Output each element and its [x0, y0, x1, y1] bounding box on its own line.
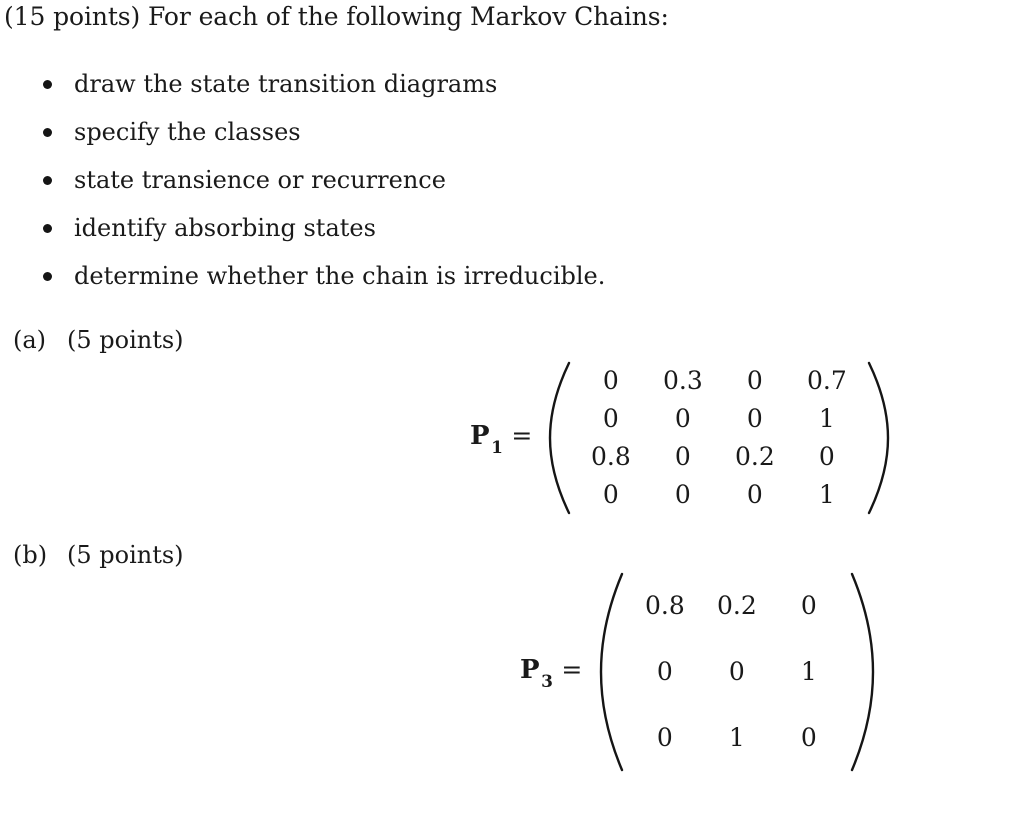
- matrix-p1-body: 0 0.3 0 0.7 0 0 0 1 0.8 0 0.2 0 0 0 0 1: [575, 362, 863, 514]
- matrix-row: 0 0 0 1: [575, 400, 863, 438]
- matrix-row: 0 0.3 0 0.7: [575, 362, 863, 400]
- part-a-label: (a) (5 points): [13, 325, 184, 355]
- matrix-cell: 0: [674, 404, 691, 433]
- matrix-cell: 0: [656, 657, 673, 686]
- matrix-cell: 0: [602, 404, 619, 433]
- matrix-p3-left-paren: [597, 570, 627, 774]
- matrix-cell: 0: [746, 366, 763, 395]
- task-text: determine whether the chain is irreducib…: [74, 262, 606, 290]
- matrix-cell: 0: [602, 366, 619, 395]
- matrix-cell: 0.7: [806, 366, 847, 395]
- bullet-icon: [43, 80, 52, 89]
- matrix-cell: 1: [728, 723, 745, 752]
- problem-heading: (15 points) For each of the following Ma…: [4, 2, 669, 31]
- matrix-cell: 0.8: [644, 591, 685, 620]
- task-text: draw the state transition diagrams: [74, 70, 498, 98]
- list-item: determine whether the chain is irreducib…: [40, 252, 940, 300]
- matrix-cell: 1: [818, 480, 835, 509]
- bullet-icon: [43, 224, 52, 233]
- matrix-row: 0 0 1: [629, 639, 845, 705]
- matrix-row: 0 1 0: [629, 705, 845, 771]
- matrix-row: 0.8 0 0.2 0: [575, 438, 863, 476]
- matrix-cell: 0: [818, 442, 835, 471]
- part-b-points: (5 points): [67, 541, 184, 569]
- matrix-cell: 0: [746, 480, 763, 509]
- matrix-row: 0 0 0 1: [575, 476, 863, 514]
- matrix-p3-label: P3 =: [520, 654, 583, 693]
- matrix-cell: 0: [746, 404, 763, 433]
- part-a-points: (5 points): [67, 326, 184, 354]
- matrix-p3-right-paren: [847, 570, 877, 774]
- task-text: specify the classes: [74, 118, 301, 146]
- equation-p1: P1 = 0 0.3 0 0.7 0 0 0 1 0.8 0 0.2 0 0 0 …: [470, 360, 891, 516]
- matrix-p1-symbol: P: [470, 420, 491, 451]
- task-text: identify absorbing states: [74, 214, 376, 242]
- matrix-cell: 0: [800, 723, 817, 752]
- matrix-p1-label: P1 =: [470, 420, 533, 459]
- list-item: identify absorbing states: [40, 204, 940, 252]
- matrix-cell: 0: [656, 723, 673, 752]
- task-text: state transience or recurrence: [74, 166, 446, 194]
- bullet-icon: [43, 128, 52, 137]
- list-item: specify the classes: [40, 108, 940, 156]
- matrix-cell: 0: [728, 657, 745, 686]
- list-item: draw the state transition diagrams: [40, 60, 940, 108]
- matrix-p3-relation: =: [561, 654, 583, 684]
- part-a-tag: (a): [13, 326, 47, 354]
- matrix-p3-body: 0.8 0.2 0 0 0 1 0 1 0: [629, 573, 845, 771]
- matrix-p3-symbol: P: [520, 654, 541, 685]
- matrix-cell: 1: [818, 404, 835, 433]
- matrix-p1-left-paren: [547, 360, 573, 516]
- list-item: state transience or recurrence: [40, 156, 940, 204]
- matrix-row: 0.8 0.2 0: [629, 573, 845, 639]
- matrix-cell: 0.8: [590, 442, 631, 471]
- matrix-cell: 0.2: [734, 442, 775, 471]
- part-b-label: (b) (5 points): [13, 540, 184, 570]
- matrix-cell: 0: [674, 442, 691, 471]
- matrix-cell: 0: [800, 591, 817, 620]
- bullet-icon: [43, 272, 52, 281]
- matrix-cell: 0: [674, 480, 691, 509]
- equation-p3: P3 = 0.8 0.2 0 0 0 1 0 1 0: [520, 570, 877, 774]
- part-b-tag: (b): [13, 541, 48, 569]
- bullet-icon: [43, 176, 52, 185]
- matrix-cell: 1: [800, 657, 817, 686]
- matrix-cell: 0.2: [716, 591, 757, 620]
- task-list: draw the state transition diagrams speci…: [40, 60, 940, 300]
- matrix-p1-right-paren: [865, 360, 891, 516]
- matrix-cell: 0: [602, 480, 619, 509]
- matrix-p1-relation: =: [511, 420, 533, 450]
- matrix-p3-subscript: 3: [541, 672, 554, 693]
- matrix-cell: 0.3: [662, 366, 703, 395]
- matrix-p1-subscript: 1: [491, 438, 504, 459]
